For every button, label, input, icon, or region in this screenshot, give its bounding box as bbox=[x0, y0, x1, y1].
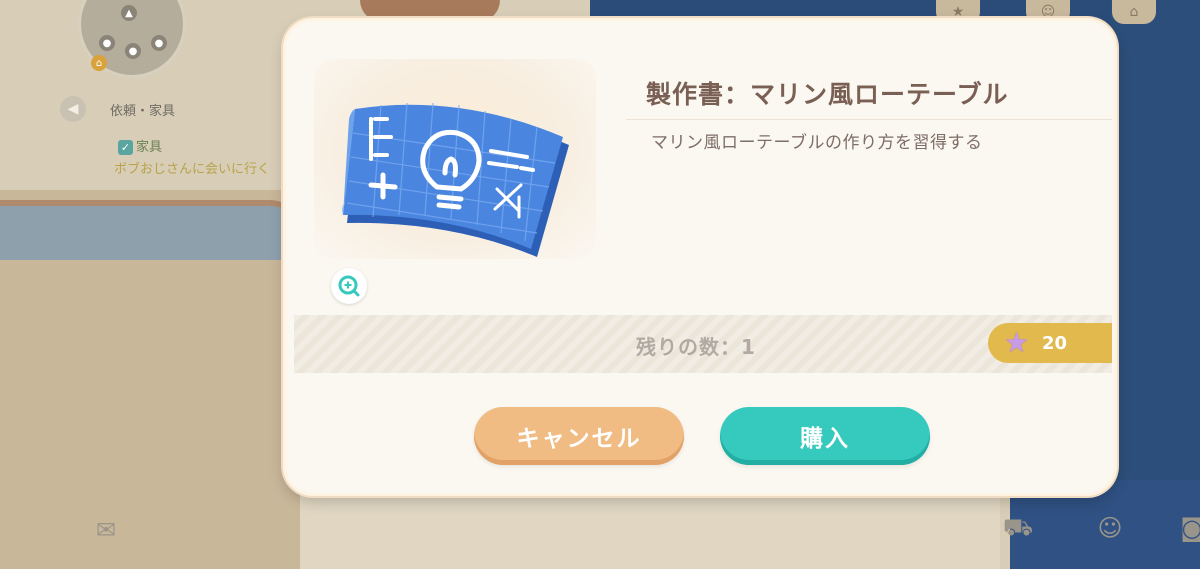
blueprint-icon bbox=[342, 102, 569, 257]
quest-task-label: 家具 bbox=[136, 140, 163, 155]
quest-title: 依頼・家具 bbox=[110, 104, 176, 119]
checkmark-icon: ✓ bbox=[118, 140, 133, 155]
emote-icon[interactable]: ☺ bbox=[1090, 508, 1130, 548]
magnifier-icon bbox=[338, 275, 360, 297]
person-icon: ● bbox=[151, 35, 167, 51]
chat-icon[interactable]: ✉ bbox=[86, 510, 126, 550]
star-currency-icon: ★ bbox=[1004, 326, 1030, 359]
player-marker-icon: ▲ bbox=[121, 5, 137, 21]
collapse-arrow-icon[interactable]: ◀ bbox=[60, 96, 86, 122]
stock-remaining: 残りの数：1 bbox=[636, 335, 756, 359]
item-description: マリン風ローテーブルの作り方を習得する bbox=[651, 133, 983, 153]
zoom-button[interactable] bbox=[331, 268, 367, 304]
person-icon: ● bbox=[99, 35, 115, 51]
divider bbox=[626, 119, 1112, 120]
quest-tracker[interactable]: ◀ 依頼・家具 ✓ 家具 ボブおじさんに会いに行く bbox=[60, 94, 300, 184]
buy-button[interactable]: 購入 bbox=[720, 407, 930, 465]
price-value: 20 bbox=[1042, 332, 1068, 354]
quest-task: ✓ 家具 bbox=[118, 136, 162, 155]
home-icon: ⌂ bbox=[91, 55, 107, 71]
person-icon: ● bbox=[125, 43, 141, 59]
house-icon[interactable]: ⌂ bbox=[1112, 0, 1156, 24]
car-icon[interactable]: ⛟ bbox=[998, 508, 1038, 548]
purchase-dialog: 製作書：マリン風ローテーブル マリン風ローテーブルの作り方を習得する 残りの数：… bbox=[283, 18, 1117, 496]
price-tag: ★ 20 bbox=[988, 323, 1112, 363]
item-name: 製作書：マリン風ローテーブル bbox=[646, 80, 1009, 109]
minimap[interactable]: ▲ ● ● ● ⌂ bbox=[78, 0, 186, 78]
quest-subtitle: ボブおじさんに会いに行く bbox=[114, 162, 271, 177]
water-edge bbox=[0, 200, 300, 260]
cancel-button[interactable]: キャンセル bbox=[474, 407, 684, 465]
